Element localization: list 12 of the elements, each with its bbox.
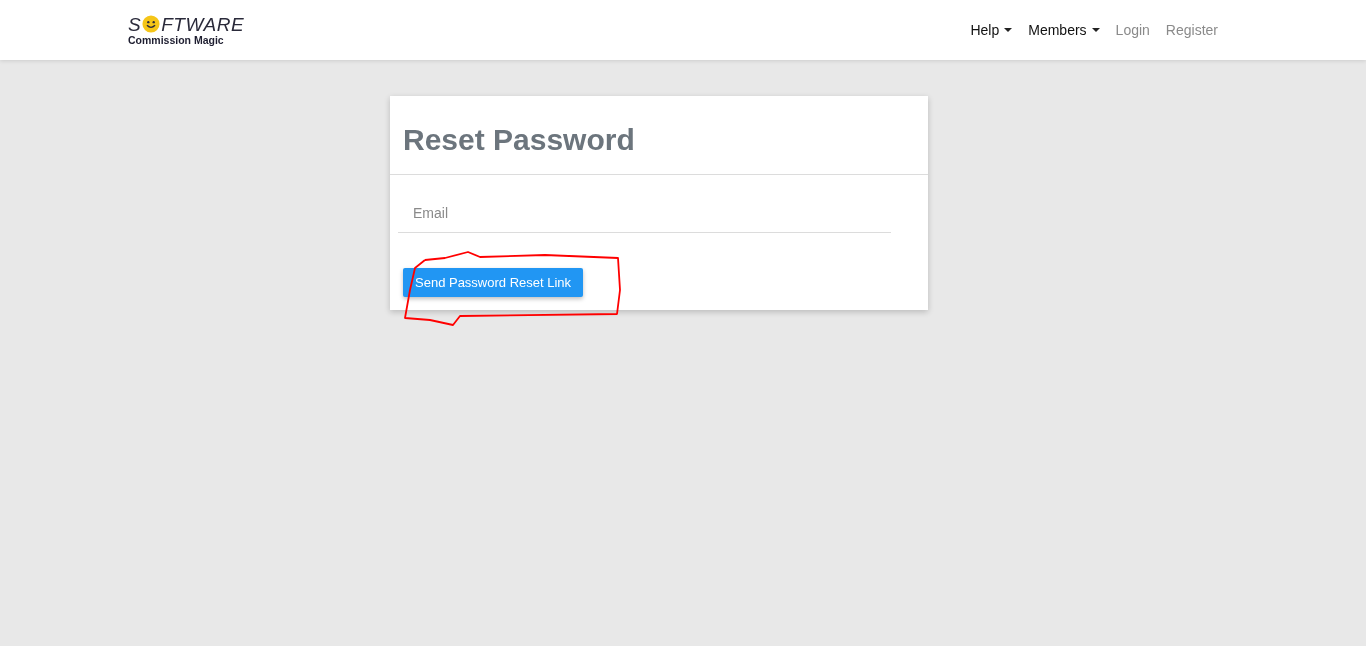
caret-icon [1004, 28, 1013, 32]
logo-letter: S [128, 14, 142, 34]
card-title: Reset Password [390, 96, 928, 175]
nav-dropdown[interactable]: Members [1028, 22, 1100, 38]
logo-tagline: Commission Magic [128, 34, 225, 46]
caret-icon [1091, 28, 1100, 32]
send-reset-link-button[interactable]: Send Password Reset Link [403, 268, 584, 297]
nav-link[interactable]: Login [1115, 22, 1150, 38]
smiley-icon [142, 15, 161, 34]
nav-dropdown[interactable]: Help [970, 22, 1013, 38]
logo-text: FTWARE [161, 14, 245, 34]
nav-link[interactable]: Register [1165, 22, 1218, 38]
